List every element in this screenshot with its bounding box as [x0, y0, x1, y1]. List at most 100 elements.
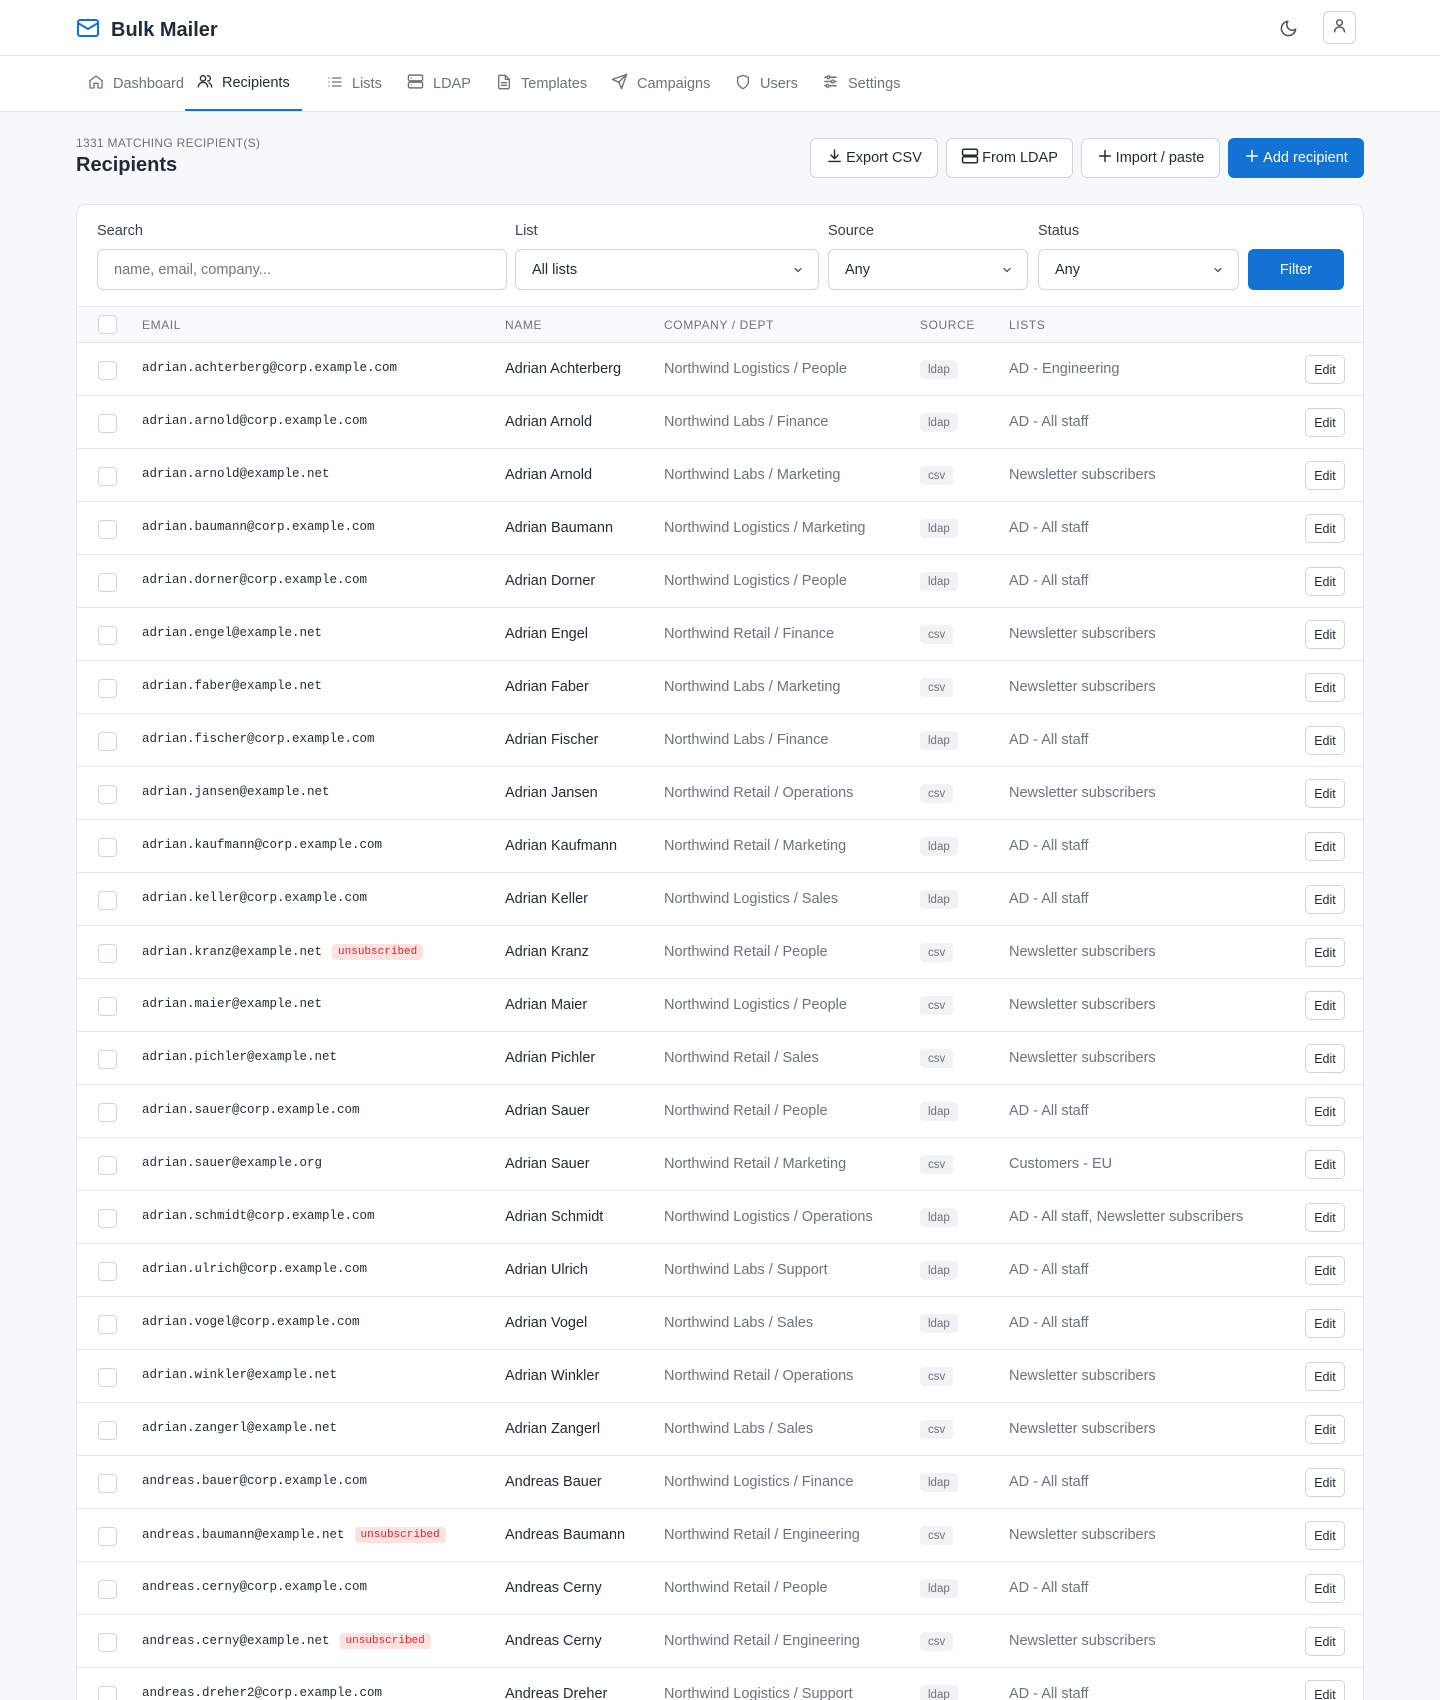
edit-button[interactable]: Edit [1305, 1680, 1345, 1700]
row-checkbox[interactable] [98, 1527, 117, 1546]
table-row[interactable]: adrian.jansen@example.net Adrian Jansen No… [77, 767, 1363, 820]
row-checkbox[interactable] [98, 626, 117, 645]
user-menu-button[interactable] [1323, 11, 1356, 44]
table-row[interactable]: adrian.schmidt@corp.example.com Adrian Sc… [77, 1191, 1363, 1244]
row-checkbox[interactable] [98, 1156, 117, 1175]
edit-button[interactable]: Edit [1305, 832, 1345, 861]
edit-button[interactable]: Edit [1305, 885, 1345, 914]
edit-button[interactable]: Edit [1305, 514, 1345, 543]
column-header-name[interactable]: NAME [505, 318, 542, 332]
search-input[interactable] [97, 249, 507, 290]
tab-lists[interactable]: Lists [327, 56, 382, 111]
edit-button[interactable]: Edit [1305, 1309, 1345, 1338]
edit-button[interactable]: Edit [1305, 673, 1345, 702]
table-row[interactable]: adrian.kaufmann@corp.example.com Adrian K… [77, 820, 1363, 873]
row-checkbox[interactable] [98, 1209, 117, 1228]
table-row[interactable]: adrian.ulrich@corp.example.com Adrian Ulr… [77, 1244, 1363, 1297]
tab-users[interactable]: Users [735, 56, 798, 111]
edit-button[interactable]: Edit [1305, 726, 1345, 755]
row-checkbox[interactable] [98, 1315, 117, 1334]
row-checkbox[interactable] [98, 1633, 117, 1652]
row-checkbox[interactable] [98, 1368, 117, 1387]
row-checkbox[interactable] [98, 1103, 117, 1122]
row-checkbox[interactable] [98, 838, 117, 857]
edit-button[interactable]: Edit [1305, 1627, 1345, 1656]
column-header-email[interactable]: EMAIL [142, 318, 181, 332]
row-checkbox[interactable] [98, 573, 117, 592]
edit-button[interactable]: Edit [1305, 461, 1345, 490]
row-checkbox[interactable] [98, 414, 117, 433]
table-row[interactable]: adrian.kranz@example.net unsubscribed Adri… [77, 926, 1363, 979]
table-row[interactable]: adrian.faber@example.net Adrian Faber Nort… [77, 661, 1363, 714]
row-checkbox[interactable] [98, 467, 117, 486]
tab-recipients[interactable]: Recipients [185, 56, 302, 111]
edit-button[interactable]: Edit [1305, 620, 1345, 649]
edit-button[interactable]: Edit [1305, 1468, 1345, 1497]
edit-button[interactable]: Edit [1305, 779, 1345, 808]
table-row[interactable]: adrian.fischer@corp.example.com Adrian Fi… [77, 714, 1363, 767]
row-checkbox[interactable] [98, 1686, 117, 1700]
edit-button[interactable]: Edit [1305, 1150, 1345, 1179]
edit-button[interactable]: Edit [1305, 1044, 1345, 1073]
column-header-source[interactable]: SOURCE [920, 318, 975, 332]
source-select[interactable]: Any [828, 249, 1028, 290]
table-row[interactable]: adrian.achterberg@corp.example.com Adrian… [77, 343, 1363, 396]
table-row[interactable]: adrian.keller@corp.example.com Adrian Kel… [77, 873, 1363, 926]
table-row[interactable]: adrian.arnold@corp.example.com Adrian Arn… [77, 396, 1363, 449]
tab-campaigns[interactable]: Campaigns [611, 56, 710, 111]
edit-button[interactable]: Edit [1305, 567, 1345, 596]
from-ldap-button[interactable]: From LDAP [946, 138, 1073, 178]
row-checkbox[interactable] [98, 679, 117, 698]
row-checkbox[interactable] [98, 520, 117, 539]
table-row[interactable]: adrian.engel@example.net Adrian Engel Nort… [77, 608, 1363, 661]
theme-toggle-moon-icon[interactable] [1277, 17, 1299, 39]
table-row[interactable]: adrian.maier@example.net Adrian Maier Nort… [77, 979, 1363, 1032]
row-checkbox[interactable] [98, 732, 117, 751]
row-checkbox[interactable] [98, 1421, 117, 1440]
table-row[interactable]: adrian.arnold@example.net Adrian Arnold No… [77, 449, 1363, 502]
edit-button[interactable]: Edit [1305, 1521, 1345, 1550]
list-select[interactable]: All lists [515, 249, 819, 290]
table-row[interactable]: adrian.vogel@corp.example.com Adrian Voge… [77, 1297, 1363, 1350]
tab-templates[interactable]: Templates [496, 56, 587, 111]
edit-button[interactable]: Edit [1305, 1415, 1345, 1444]
edit-button[interactable]: Edit [1305, 1256, 1345, 1285]
table-row[interactable]: adrian.dorner@corp.example.com Adrian Dor… [77, 555, 1363, 608]
select-all-checkbox[interactable] [98, 315, 117, 334]
column-header-lists[interactable]: LISTS [1009, 318, 1045, 332]
row-checkbox[interactable] [98, 785, 117, 804]
table-row[interactable]: adrian.sauer@example.org Adrian Sauer Nort… [77, 1138, 1363, 1191]
edit-button[interactable]: Edit [1305, 1097, 1345, 1126]
table-row[interactable]: andreas.cerny@corp.example.com Andreas Ce… [77, 1562, 1363, 1615]
edit-button[interactable]: Edit [1305, 991, 1345, 1020]
import-paste-button[interactable]: Import / paste [1081, 138, 1220, 178]
edit-button[interactable]: Edit [1305, 1574, 1345, 1603]
filter-button[interactable]: Filter [1248, 249, 1344, 290]
table-row[interactable]: andreas.cerny@example.net unsubscribed And… [77, 1615, 1363, 1668]
table-row[interactable]: andreas.bauer@corp.example.com Andreas Ba… [77, 1456, 1363, 1509]
row-checkbox[interactable] [98, 1262, 117, 1281]
row-checkbox[interactable] [98, 997, 117, 1016]
edit-button[interactable]: Edit [1305, 408, 1345, 437]
row-checkbox[interactable] [98, 944, 117, 963]
row-checkbox[interactable] [98, 1050, 117, 1069]
table-row[interactable]: adrian.sauer@corp.example.com Adrian Saue… [77, 1085, 1363, 1138]
add-recipient-button[interactable]: Add recipient [1228, 138, 1364, 178]
row-checkbox[interactable] [98, 891, 117, 910]
edit-button[interactable]: Edit [1305, 1203, 1345, 1232]
tab-settings[interactable]: Settings [822, 56, 900, 111]
edit-button[interactable]: Edit [1305, 938, 1345, 967]
table-row[interactable]: adrian.baumann@corp.example.com Adrian Ba… [77, 502, 1363, 555]
table-row[interactable]: andreas.dreher2@corp.example.com Andreas … [77, 1668, 1363, 1700]
export-csv-button[interactable]: Export CSV [810, 138, 938, 178]
table-row[interactable]: adrian.winkler@example.net Adrian Winkler… [77, 1350, 1363, 1403]
column-header-company[interactable]: COMPANY / DEPT [664, 318, 774, 332]
status-select[interactable]: Any [1038, 249, 1239, 290]
tab-dashboard[interactable]: Dashboard [88, 56, 184, 111]
tab-ldap[interactable]: LDAP [407, 56, 471, 111]
brand[interactable]: Bulk Mailer [76, 16, 218, 45]
edit-button[interactable]: Edit [1305, 355, 1345, 384]
row-checkbox[interactable] [98, 361, 117, 380]
table-row[interactable]: andreas.baumann@example.net unsubscribed A… [77, 1509, 1363, 1562]
edit-button[interactable]: Edit [1305, 1362, 1345, 1391]
